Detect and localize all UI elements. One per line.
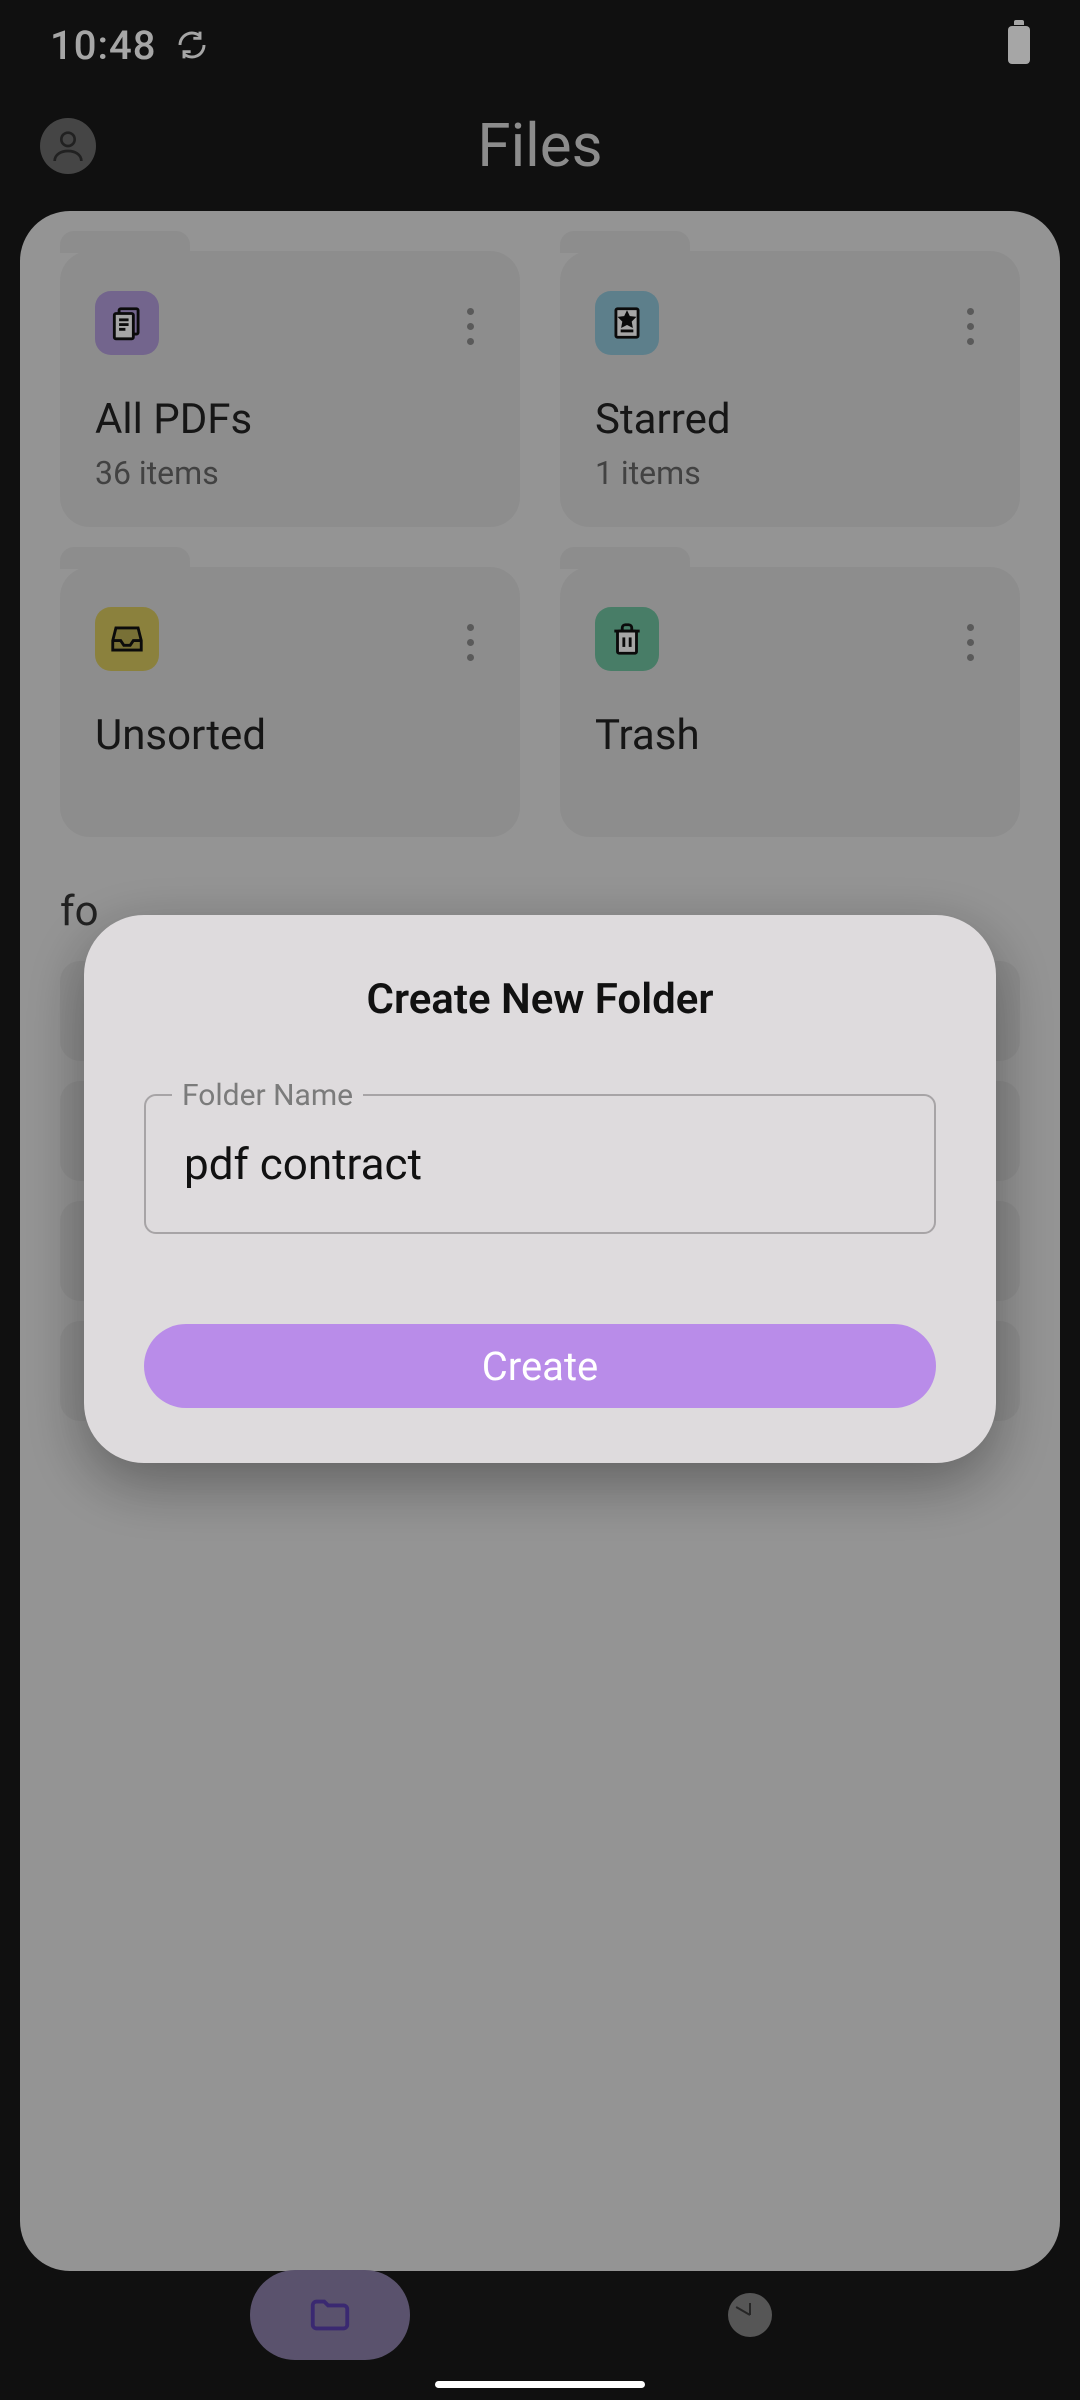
modal-title: Create New Folder [144, 975, 936, 1024]
create-folder-modal: Create New Folder Folder Name Create [84, 915, 996, 1463]
folder-name-field-wrap: Folder Name [144, 1094, 936, 1234]
input-label: Folder Name [172, 1078, 363, 1113]
folder-name-input[interactable] [144, 1094, 936, 1234]
home-indicator[interactable] [435, 2381, 645, 2388]
create-button[interactable]: Create [144, 1324, 936, 1408]
